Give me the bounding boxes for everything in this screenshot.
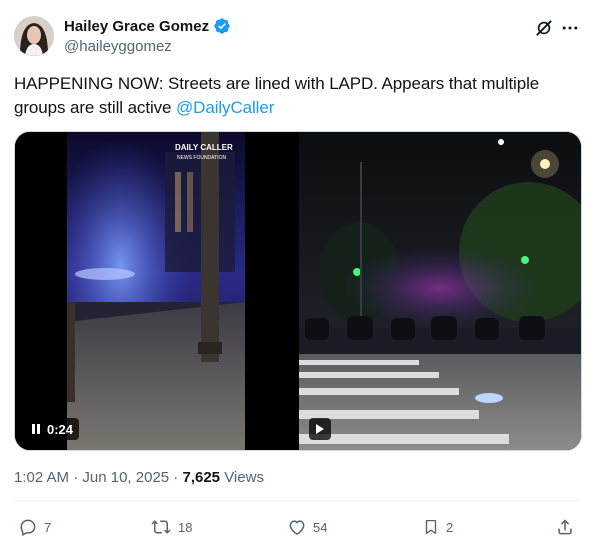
tweet-card[interactable]: Hailey Grace Gomez @haileyggomez HAPPENI…	[0, 0, 594, 549]
repost-button[interactable]: 18	[150, 517, 192, 537]
video-player-2[interactable]	[299, 132, 581, 450]
views-count: 7,625	[182, 469, 221, 486]
more-icon[interactable]	[560, 18, 580, 38]
video-2-controls[interactable]	[309, 418, 331, 440]
mention-link[interactable]: @DailyCaller	[176, 98, 274, 117]
video-frame-1: DAILY CALLER NEWS FOUNDATION	[15, 132, 297, 450]
grok-icon[interactable]	[534, 18, 554, 38]
repost-count: 18	[178, 519, 193, 535]
author-handle[interactable]: @haileyggomez	[64, 38, 172, 55]
like-icon	[289, 520, 305, 535]
meta-separator-2: ·	[169, 469, 183, 486]
views-label: Views	[220, 469, 264, 486]
verified-badge-icon	[214, 18, 230, 34]
author-name[interactable]: Hailey Grace Gomez	[64, 17, 231, 35]
reply-button[interactable]: 7	[18, 517, 51, 537]
bookmark-icon	[425, 519, 437, 535]
reply-count: 7	[44, 519, 52, 535]
video-1-time: 0:24	[47, 421, 74, 437]
video-player-1[interactable]: DAILY CALLER NEWS FOUNDATION 0:24	[15, 132, 297, 450]
like-button[interactable]: 54	[287, 517, 327, 537]
video-frame-2	[299, 132, 581, 450]
avatar[interactable]	[14, 16, 54, 56]
tweet-date[interactable]: Jun 10, 2025	[82, 469, 169, 486]
media-grid: DAILY CALLER NEWS FOUNDATION 0:24	[14, 131, 582, 451]
share-icon	[558, 519, 572, 535]
play-icon[interactable]	[315, 423, 325, 435]
pause-icon[interactable]	[31, 423, 41, 435]
like-count: 54	[313, 519, 328, 535]
tweet-meta: 1:02 AM · Jun 10, 2025 · 7,625 Views	[14, 469, 264, 486]
watermark-line-2: NEWS FOUNDATION	[177, 155, 226, 161]
tweet-time[interactable]: 1:02 AM	[14, 469, 69, 486]
watermark-line-1: DAILY CALLER	[175, 143, 233, 152]
meta-separator: ·	[69, 469, 83, 486]
video-1-controls[interactable]: 0:24	[25, 418, 80, 440]
bookmark-button[interactable]: 2	[422, 517, 453, 537]
share-button[interactable]	[555, 517, 575, 537]
bookmark-count: 2	[446, 519, 454, 535]
display-name[interactable]: Hailey Grace Gomez	[64, 18, 209, 35]
reply-icon	[20, 519, 36, 536]
divider	[14, 500, 580, 501]
tweet-text: HAPPENING NOW: Streets are lined with LA…	[14, 72, 574, 120]
repost-icon	[151, 520, 171, 534]
tweet-body: HAPPENING NOW: Streets are lined with LA…	[14, 74, 540, 117]
